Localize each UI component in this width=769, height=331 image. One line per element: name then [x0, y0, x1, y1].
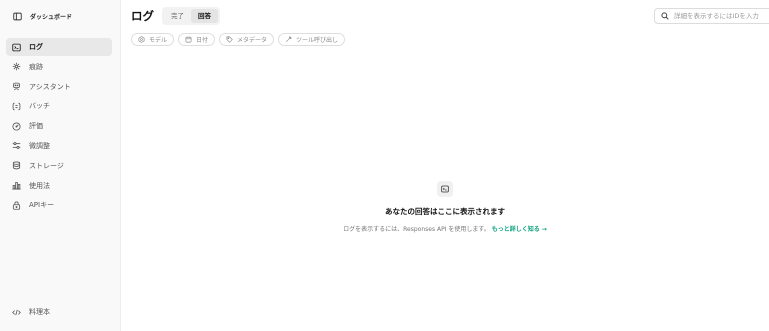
sidebar-item-storage[interactable]: ストレージ — [6, 157, 112, 175]
segmented-control: 完了 回答 — [162, 7, 220, 25]
filter-label: ツール呼び出し — [296, 37, 339, 44]
empty-state-description: ログを表示するには、Responses API を使用します。 もっと詳しく知る… — [121, 224, 769, 233]
model-icon — [138, 36, 145, 43]
learn-more-link[interactable]: もっと詳しく知る → — [492, 226, 547, 233]
assistant-icon — [12, 82, 21, 91]
sidebar-item-label: 評価 — [29, 122, 43, 131]
search-input[interactable] — [674, 12, 769, 20]
header: ログ 完了 回答 — [131, 7, 220, 25]
sidebar-item-traces[interactable]: 痕跡 — [6, 58, 112, 76]
empty-state-title: あなたの回答はここに表示されます — [385, 207, 505, 216]
sidebar-item-batches[interactable]: バッチ — [6, 97, 112, 115]
sidebar: ダッシュボード ログ 痕跡 アシスタント バッチ 評価 微調整 ストレージ 使用… — [0, 0, 121, 331]
filter-label: メタデータ — [237, 37, 268, 44]
sidebar-item-api-keys[interactable]: APIキー — [6, 196, 112, 214]
sidebar-item-label: 痕跡 — [29, 62, 43, 71]
filter-tool-calls[interactable]: ツール呼び出し — [278, 33, 346, 46]
sidebar-item-label: 微調整 — [29, 141, 50, 150]
lock-icon — [12, 201, 21, 210]
dashboard-link[interactable]: ダッシュボード — [0, 8, 120, 24]
trace-icon — [12, 62, 21, 71]
tag-icon — [226, 36, 233, 43]
tab-completions[interactable]: 完了 — [164, 9, 191, 23]
eval-icon — [12, 122, 21, 131]
terminal-icon — [12, 43, 21, 52]
calendar-icon — [185, 36, 192, 43]
terminal-icon — [441, 185, 449, 193]
sidebar-item-label: ストレージ — [29, 161, 64, 170]
sidebar-item-fine-tuning[interactable]: 微調整 — [6, 137, 112, 155]
sidebar-item-assistants[interactable]: アシスタント — [6, 78, 112, 96]
sidebar-item-usage[interactable]: 使用法 — [6, 177, 112, 195]
sidebar-item-evals[interactable]: 評価 — [6, 117, 112, 135]
sidebar-item-label: バッチ — [29, 102, 50, 111]
filter-metadata[interactable]: メタデータ — [219, 33, 275, 46]
page-title: ログ — [131, 9, 154, 23]
empty-state-icon — [437, 181, 453, 197]
sidebar-item-label: 使用法 — [29, 181, 50, 190]
app: ダッシュボード ログ 痕跡 アシスタント バッチ 評価 微調整 ストレージ 使用… — [0, 0, 769, 331]
sidebar-item-cookbook[interactable]: 料理本 — [6, 303, 113, 321]
search-icon — [661, 12, 669, 20]
sidebar-item-label: ログ — [29, 43, 43, 51]
sidebar-item-label: アシスタント — [29, 82, 71, 91]
search-box[interactable] — [654, 8, 769, 24]
finetune-icon — [12, 141, 21, 150]
filter-label: 日付 — [196, 37, 209, 44]
filter-bar: モデル 日付 メタデータ ツール呼び出し — [131, 33, 349, 46]
empty-state-text: ログを表示するには、Responses API を使用します。 — [343, 226, 490, 233]
storage-icon — [12, 161, 21, 170]
filter-date[interactable]: 日付 — [178, 33, 216, 46]
sidebar-nav: ログ 痕跡 アシスタント バッチ 評価 微調整 ストレージ 使用法 APIキー — [0, 38, 120, 214]
empty-state: あなたの回答はここに表示されます ログを表示するには、Responses API… — [121, 181, 769, 233]
tool-icon — [285, 36, 292, 43]
tab-responses[interactable]: 回答 — [191, 9, 218, 23]
batch-icon — [12, 102, 21, 111]
usage-icon — [12, 181, 21, 190]
sidebar-item-label: 料理本 — [29, 308, 50, 316]
sidebar-toggle-icon[interactable] — [13, 12, 22, 21]
sidebar-item-logs[interactable]: ログ — [6, 38, 112, 56]
filter-model[interactable]: モデル — [131, 33, 175, 46]
main-content: ログ 完了 回答 モデル 日付 — [121, 0, 769, 331]
filter-label: モデル — [149, 37, 168, 44]
code-icon — [12, 308, 21, 317]
sidebar-item-label: APIキー — [29, 201, 55, 210]
dashboard-label: ダッシュボード — [30, 13, 73, 21]
sidebar-bottom: 料理本 — [0, 303, 121, 327]
